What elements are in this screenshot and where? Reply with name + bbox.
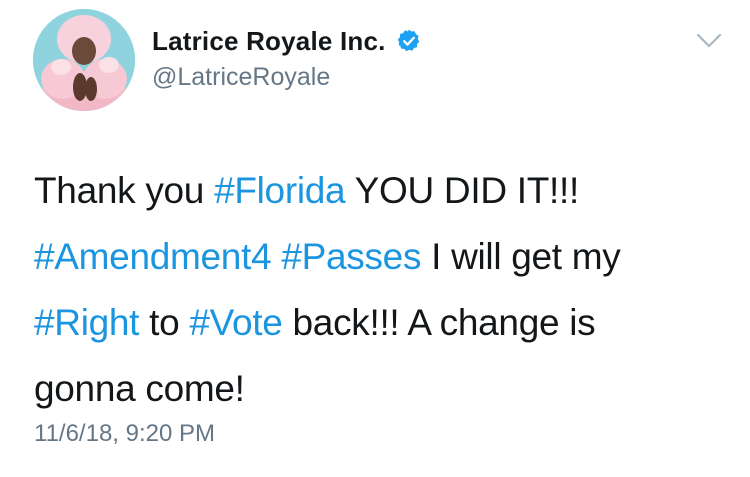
tweet-line: gonna come! [34,356,734,422]
text-segment: back!!! A change is [282,302,596,343]
text-segment: to [139,302,190,343]
chevron-down-icon[interactable] [696,32,722,50]
hashtag-link[interactable]: #Passes [281,236,421,277]
display-name[interactable]: Latrice Royale Inc. [152,26,386,57]
tweet-line: Thank you #Florida YOU DID IT!!! [34,158,734,224]
hashtag-link[interactable]: #Florida [214,170,346,211]
tweet-card: Latrice Royale Inc. @LatriceRoyale Thank… [0,0,750,477]
verified-badge-icon [397,29,419,52]
timestamp[interactable]: 11/6/18, 9:20 PM [34,420,215,448]
hashtag-link[interactable]: #Amendment4 [34,236,272,277]
user-name-row: Latrice Royale Inc. [152,24,422,58]
text-segment: gonna come! [34,368,245,409]
tweet-line: #Amendment4 #Passes I will get my [34,224,734,290]
text-segment: Thank you [34,170,215,211]
hashtag-link[interactable]: #Vote [189,302,282,343]
tweet-text: Thank you #Florida YOU DID IT!!! #Amendm… [34,158,734,422]
hashtag-link[interactable]: #Right [34,302,139,343]
text-segment: I will get my [421,236,621,277]
user-handle[interactable]: @LatriceRoyale [152,63,330,92]
text-segment: YOU DID IT!!! [345,170,580,211]
avatar[interactable] [33,9,135,111]
tweet-line: #Right to #Vote back!!! A change is [34,290,734,356]
text-segment [271,236,281,277]
